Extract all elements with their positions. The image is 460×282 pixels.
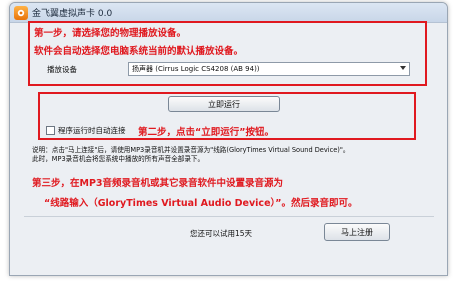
trial-text: 您还可以试用15天 <box>190 229 253 238</box>
app-window: 金飞翼虚拟声卡 0.0 第一步，请选择您的物理播放设备。 软件会自动选择您电脑系… <box>9 2 448 276</box>
register-button[interactable]: 马上注册 <box>324 223 390 241</box>
note-line1: 说明：点击"马上连接"后，请使用MP3录音机并设置录音源为"线路(GloryTi… <box>32 146 350 154</box>
step2-instruction: 第二步，点击“立即运行”按钮。 <box>138 127 274 138</box>
app-icon <box>14 5 28 20</box>
note-line2: 此时，MP3录音机会将您系统中播放的所有声音全部录下。 <box>32 155 205 163</box>
device-select[interactable]: 扬声器 (Cirrus Logic CS4208 (AB 94)) <box>128 62 410 76</box>
device-label: 播放设备 <box>47 65 77 74</box>
title-bar[interactable]: 金飞翼虚拟声卡 0.0 <box>10 3 447 23</box>
run-now-button[interactable]: 立即运行 <box>168 96 280 112</box>
step1-line1: 第一步，请选择您的物理播放设备。 <box>34 28 187 39</box>
window-title: 金飞翼虚拟声卡 0.0 <box>32 9 113 19</box>
device-select-value: 扬声器 (Cirrus Logic CS4208 (AB 94)) <box>132 65 260 73</box>
autostart-label: 程序运行时自动连接 <box>58 126 126 135</box>
autostart-checkbox-row[interactable]: 程序运行时自动连接 <box>46 125 126 136</box>
autostart-checkbox[interactable] <box>46 126 55 135</box>
step3-line1: 第三步，在MP3音频录音机或其它录音软件中设置录音源为 <box>32 178 284 189</box>
step3-line2: “线路输入（GloryTimes Virtual Audio Device）”。… <box>44 198 358 209</box>
chevron-down-icon <box>400 66 406 70</box>
footer-divider <box>24 216 434 217</box>
step1-line2: 软件会自动选择您电脑系统当前的默认播放设备。 <box>34 46 244 57</box>
